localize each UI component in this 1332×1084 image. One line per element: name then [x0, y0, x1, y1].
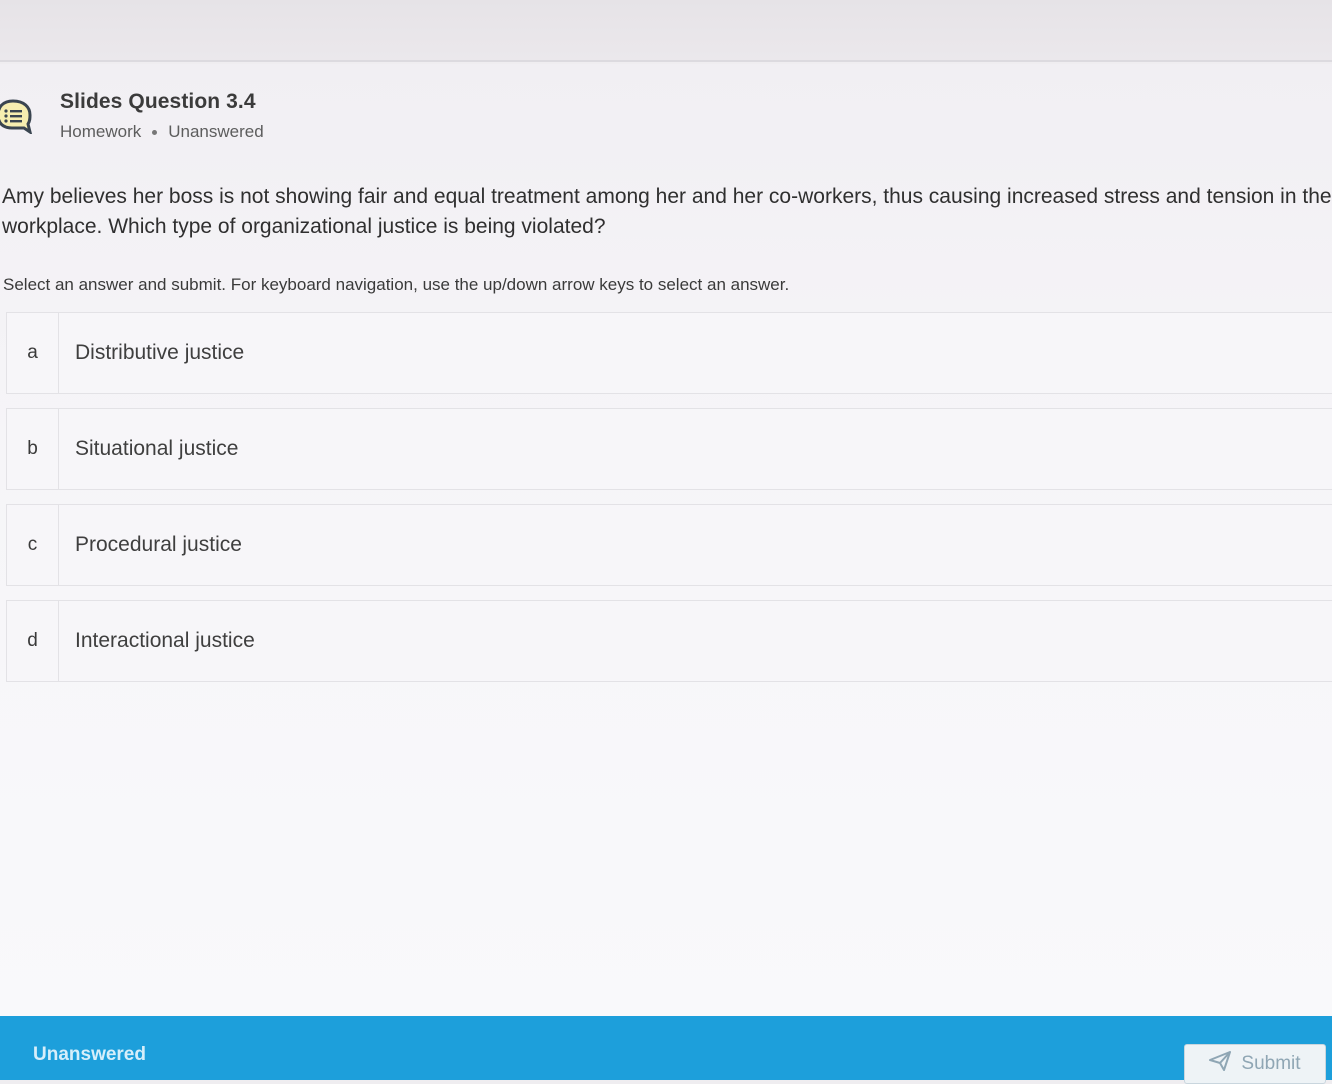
question-header: Slides Question 3.4 Homework Unanswered [0, 88, 600, 148]
submit-label: Submit [1241, 1053, 1301, 1074]
submit-button[interactable]: Submit [1184, 1044, 1326, 1084]
option-letter: a [7, 313, 59, 393]
option-label: Procedural justice [75, 533, 242, 556]
page-title: Slides Question 3.4 [60, 90, 256, 113]
answer-options: a Distributive justice b Situational jus… [6, 312, 1332, 696]
option-label: Distributive justice [75, 341, 245, 364]
browser-top-area [0, 0, 1332, 62]
question-text: Amy believes her boss is not showing fai… [2, 185, 1332, 238]
option-label: Interactional justice [75, 629, 255, 652]
answer-option-d[interactable]: d Interactional justice [6, 600, 1332, 682]
option-label: Situational justice [75, 437, 239, 460]
footer-bar: Unanswered Submit [0, 1016, 1332, 1084]
answer-option-a[interactable]: a Distributive justice [6, 312, 1332, 394]
footer-status: Unanswered [33, 1044, 146, 1065]
option-letter: b [7, 409, 59, 489]
question-meta: Homework Unanswered [60, 122, 264, 142]
answer-option-c[interactable]: c Procedural justice [6, 504, 1332, 586]
question-list-icon [0, 98, 33, 136]
assignment-type: Homework [60, 122, 142, 141]
answer-option-b[interactable]: b Situational justice [6, 408, 1332, 490]
answer-instructions: Select an answer and submit. For keyboar… [3, 275, 790, 294]
option-letter: c [7, 505, 59, 585]
answer-status: Unanswered [168, 122, 264, 141]
question-page: Slides Question 3.4 Homework Unanswered … [0, 64, 1332, 1016]
paper-plane-icon [1209, 1051, 1232, 1077]
option-letter: d [7, 601, 59, 681]
separator-dot [152, 129, 158, 135]
